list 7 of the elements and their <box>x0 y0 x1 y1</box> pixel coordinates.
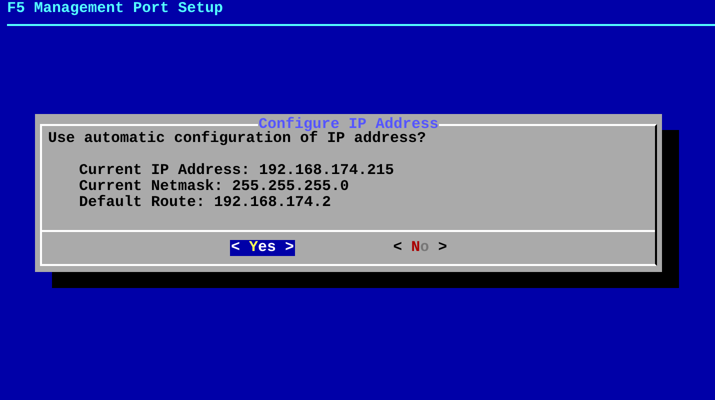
dialog-button[interactable]: < Yes > <box>230 240 296 256</box>
detail-text: Default Route: 192.168.174.2 <box>78 195 332 211</box>
dialog-title: Configure IP Address <box>258 119 439 131</box>
detail-text: Current IP Address: 192.168.174.215 <box>78 163 396 179</box>
screen-title: F5 Management Port Setup <box>7 0 224 19</box>
question-text: Use automatic configuration of IP address? <box>48 131 428 147</box>
detail-text: Current Netmask: 255.255.255.0 <box>78 179 350 195</box>
